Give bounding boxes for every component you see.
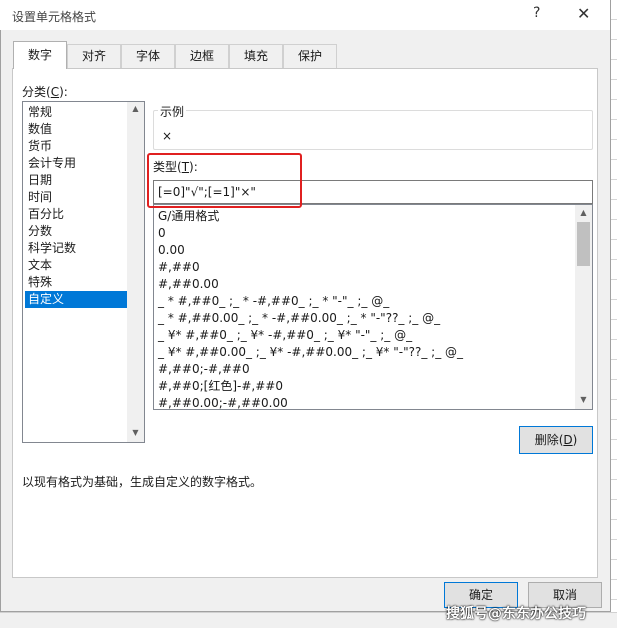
- scroll-down-arrow-icon[interactable]: ▼: [127, 428, 144, 437]
- category-item-percentage[interactable]: 百分比: [25, 206, 127, 223]
- scrollbar-thumb[interactable]: [577, 222, 590, 266]
- category-item-special[interactable]: 特殊: [25, 274, 127, 291]
- category-item-text[interactable]: 文本: [25, 257, 127, 274]
- category-scrollbar[interactable]: ▲ ▼: [127, 102, 144, 442]
- format-item[interactable]: 0: [158, 225, 166, 242]
- format-code-list[interactable]: G/通用格式 0 0.00 #,##0 #,##0.00 _ * #,##0_ …: [153, 204, 593, 410]
- category-item-scientific[interactable]: 科学记数: [25, 240, 127, 257]
- category-list[interactable]: 常规 数值 货币 会计专用 日期 时间 百分比 分数 科学记数 文本 特殊 自定…: [22, 101, 145, 443]
- category-item-date[interactable]: 日期: [25, 172, 127, 189]
- description-text: 以现有格式为基础，生成自定义的数字格式。: [22, 475, 263, 489]
- format-item[interactable]: #,##0.00: [158, 276, 219, 293]
- format-item[interactable]: #,##0;-#,##0: [158, 361, 250, 378]
- dialog-title: 设置单元格格式: [12, 10, 97, 24]
- scroll-up-arrow-icon[interactable]: ▲: [127, 104, 144, 113]
- watermark-text: 搜狐号@东东办公技巧: [446, 606, 586, 622]
- tab-number[interactable]: 数字: [13, 41, 67, 69]
- tab-font[interactable]: 字体: [121, 44, 175, 68]
- sample-group: [153, 110, 593, 150]
- category-item-general[interactable]: 常规: [25, 104, 127, 121]
- scroll-down-arrow-icon[interactable]: ▼: [575, 395, 592, 404]
- tab-protection[interactable]: 保护: [283, 44, 337, 68]
- format-item[interactable]: _ ¥* #,##0_ ;_ ¥* -#,##0_ ;_ ¥* "-"_ ;_ …: [158, 327, 412, 344]
- category-item-currency[interactable]: 货币: [25, 138, 127, 155]
- format-item[interactable]: G/通用格式: [158, 208, 219, 225]
- highlight-annotation-box: [147, 153, 302, 208]
- format-item[interactable]: _ ¥* #,##0.00_ ;_ ¥* -#,##0.00_ ;_ ¥* "-…: [158, 344, 463, 361]
- format-item[interactable]: 0.00: [158, 242, 185, 259]
- category-label: 分类(C):: [22, 85, 68, 99]
- close-button[interactable]: ✕: [577, 4, 590, 23]
- scroll-up-arrow-icon[interactable]: ▲: [575, 208, 592, 217]
- sample-label: 示例: [158, 103, 187, 120]
- format-item[interactable]: _ * #,##0.00_ ;_ * -#,##0.00_ ;_ * "-"??…: [158, 310, 440, 327]
- tab-alignment[interactable]: 对齐: [67, 44, 121, 68]
- tab-border[interactable]: 边框: [175, 44, 229, 68]
- format-item[interactable]: #,##0.00;-#,##0.00: [158, 395, 288, 409]
- tab-fill[interactable]: 填充: [229, 44, 283, 68]
- format-item[interactable]: _ * #,##0_ ;_ * -#,##0_ ;_ * "-"_ ;_ @_: [158, 293, 389, 310]
- category-item-accounting[interactable]: 会计专用: [25, 155, 127, 172]
- category-item-fraction[interactable]: 分数: [25, 223, 127, 240]
- sample-value: ×: [162, 129, 173, 143]
- format-item[interactable]: #,##0: [158, 259, 200, 276]
- category-item-custom[interactable]: 自定义: [25, 291, 127, 308]
- help-button[interactable]: ?: [533, 5, 540, 21]
- delete-button[interactable]: 删除(D): [519, 426, 593, 454]
- format-list-scrollbar[interactable]: ▲ ▼: [575, 205, 592, 409]
- category-item-number[interactable]: 数值: [25, 121, 127, 138]
- category-item-time[interactable]: 时间: [25, 189, 127, 206]
- spreadsheet-background: [610, 0, 617, 628]
- format-item[interactable]: #,##0;[红色]-#,##0: [158, 378, 283, 395]
